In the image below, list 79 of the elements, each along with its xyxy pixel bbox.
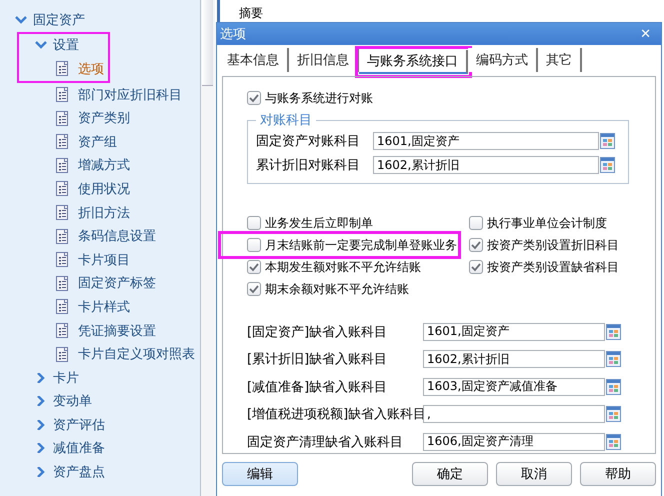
tree-item[interactable]: 折旧方法: [0, 200, 200, 224]
checkbox[interactable]: [469, 238, 483, 252]
picker-icon[interactable]: [600, 157, 615, 173]
dialog-button[interactable]: 编辑: [222, 462, 298, 486]
column-header: 摘要: [239, 5, 263, 22]
tree-item[interactable]: 使用状况: [0, 177, 200, 201]
input-field[interactable]: ,: [423, 405, 605, 424]
checkbox[interactable]: [247, 282, 261, 296]
document-icon: [55, 299, 69, 314]
group-title: 对账科目: [259, 112, 313, 129]
checkbox-label: 月末结账前一定要完成制单登账业务: [265, 236, 457, 254]
checkbox[interactable]: [469, 216, 483, 230]
tree-item[interactable]: 凭证摘要设置: [0, 318, 200, 342]
tree-item[interactable]: 固定资产标签: [0, 272, 200, 296]
close-button[interactable]: ✕: [638, 26, 653, 42]
input-field[interactable]: 1606,固定资产清理: [423, 432, 605, 451]
tree-item[interactable]: 卡片项目: [0, 248, 200, 272]
document-icon: [55, 61, 69, 76]
document-icon: [55, 134, 69, 150]
checkbox-label: 与账务系统进行对账: [265, 90, 373, 106]
tree-item[interactable]: 固定资产: [0, 8, 200, 32]
document-icon: [55, 181, 69, 196]
tree-item[interactable]: 增减方式: [0, 154, 200, 178]
checkbox-label: 执行事业单位会计制度: [487, 214, 607, 232]
field-label: 累计折旧对账科目: [256, 157, 361, 174]
document-icon: [55, 158, 69, 173]
tree-item[interactable]: 资产类别: [0, 106, 200, 130]
field-label: [减值准备]缺省入账科目: [247, 378, 388, 396]
checkbox-label: 按资产类别设置折旧科目: [487, 236, 619, 254]
picker-icon[interactable]: [606, 406, 621, 422]
document-icon: [55, 87, 69, 102]
checkbox-label: 业务发生后立即制单: [265, 214, 373, 232]
checkbox[interactable]: [247, 91, 261, 105]
picker-icon[interactable]: [600, 133, 615, 149]
dialog-button[interactable]: 确定: [412, 462, 488, 486]
field-label: [固定资产]缺省入账科目: [247, 324, 388, 341]
input-field[interactable]: 1601,固定资产: [423, 322, 605, 341]
tree-item[interactable]: 资产组: [0, 130, 200, 154]
picker-icon[interactable]: [606, 324, 621, 340]
document-icon: [55, 323, 69, 338]
window-title: 选项: [220, 26, 246, 43]
input-field[interactable]: 1601,固定资产: [373, 132, 599, 150]
picker-icon[interactable]: [606, 434, 621, 450]
input-field[interactable]: 1602,累计折旧: [373, 156, 599, 174]
document-icon: [55, 252, 69, 268]
tree-item[interactable]: 资产盘点: [0, 460, 200, 484]
tree-item[interactable]: 设置: [19, 34, 104, 58]
tree-item[interactable]: 减值准备: [0, 436, 200, 460]
checkbox[interactable]: [247, 216, 261, 230]
field-label: [累计折旧]缺省入账科目: [247, 351, 388, 368]
tree-item[interactable]: 资产评估: [0, 413, 200, 437]
tree-item[interactable]: 条码信息设置: [0, 224, 200, 248]
tree-item[interactable]: 选项: [19, 57, 104, 81]
document-icon: [55, 228, 69, 244]
dialog-button[interactable]: 帮助: [580, 462, 656, 486]
checkbox[interactable]: [469, 260, 483, 274]
tree-item[interactable]: 卡片自定义项对照表: [0, 342, 200, 366]
document-icon: [55, 346, 69, 362]
input-field[interactable]: 1602,累计折旧: [423, 350, 605, 368]
tree-item[interactable]: 卡片: [0, 366, 200, 390]
picker-icon[interactable]: [606, 351, 621, 368]
field-label: 固定资产对账科目: [256, 133, 361, 150]
checkbox-label: 期末余额对账不平允许结账: [265, 280, 409, 298]
scrollbar[interactable]: [200, 0, 215, 496]
tab[interactable]: 编码方式: [468, 48, 538, 72]
tree-item[interactable]: 部门对应折旧科目: [0, 82, 200, 106]
picker-icon[interactable]: [606, 378, 621, 395]
tree-item[interactable]: 变动单: [0, 390, 200, 414]
checkbox-label: 本期发生额对账不平允许结账: [265, 258, 421, 276]
document-icon: [55, 276, 69, 291]
field-label: 固定资产清理缺省入账科目: [247, 434, 404, 451]
checkbox-label: 按资产类别设置缺省科目: [487, 258, 619, 276]
document-icon: [55, 205, 69, 220]
dialog-button[interactable]: 取消: [496, 462, 572, 486]
checkbox[interactable]: [247, 238, 261, 252]
document-icon: [55, 110, 69, 126]
input-field[interactable]: 1603,固定资产减值准备: [423, 378, 605, 396]
checkbox[interactable]: [247, 260, 261, 274]
tree-item[interactable]: 卡片样式: [0, 295, 200, 319]
